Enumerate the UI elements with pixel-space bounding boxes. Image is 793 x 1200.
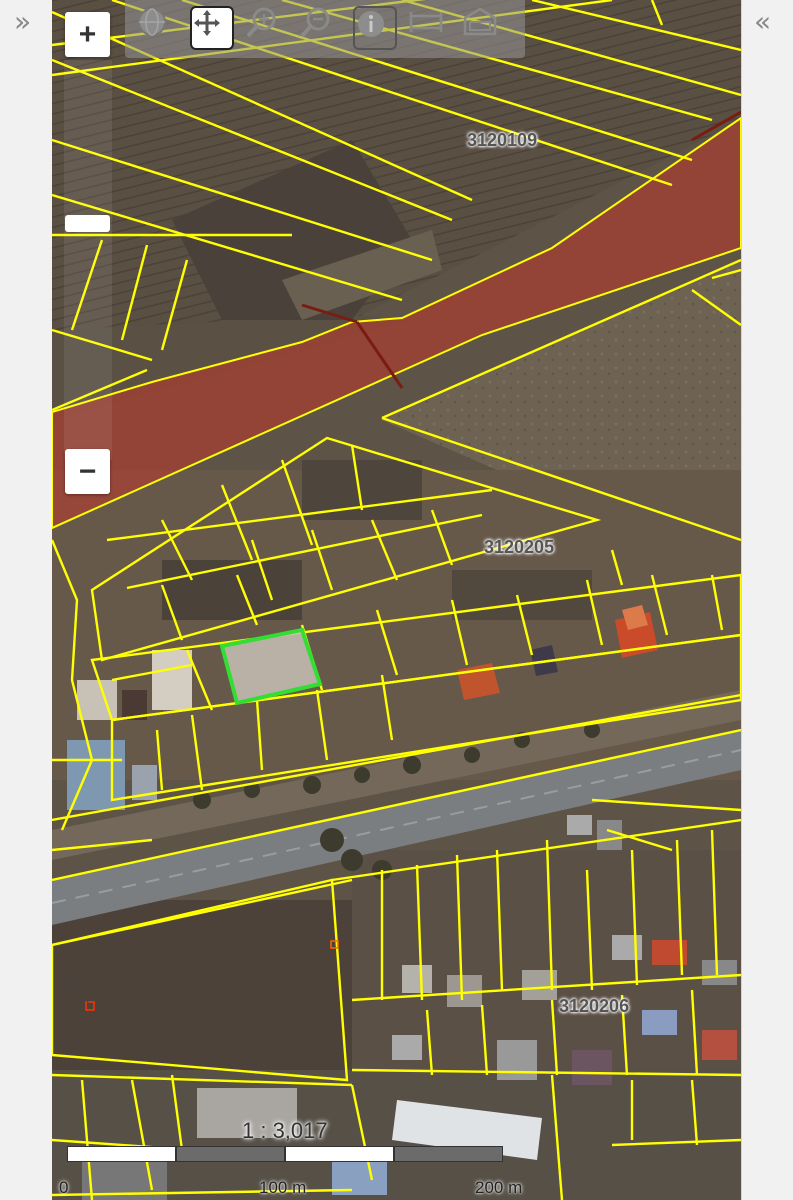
parcel-label-bottom: 3120206 [559, 996, 630, 1016]
zoom-in-button[interactable]: + [65, 12, 110, 57]
info-icon[interactable] [353, 6, 397, 50]
expand-right-panel-icon[interactable]: « [754, 8, 771, 36]
aerial-map[interactable] [52, 0, 741, 1200]
map-view[interactable]: 3120109 3120205 3120206 + − 1 : 3,017 0 … [52, 0, 741, 1200]
zoom-slider-handle[interactable] [65, 215, 110, 232]
map-toolbar [125, 0, 525, 58]
zoom-in-icon[interactable] [244, 6, 288, 50]
measure-distance-icon[interactable] [408, 6, 452, 50]
globe-icon[interactable] [136, 6, 180, 50]
scale-tick-100: 100 m [259, 1178, 307, 1197]
zoom-out-icon[interactable] [298, 6, 342, 50]
plowed-field [52, 900, 352, 1080]
scale-tick-0: 0 [59, 1178, 69, 1197]
scale-tick-200: 200 m [475, 1178, 523, 1197]
expand-left-panel-icon[interactable]: » [14, 8, 31, 36]
left-panel: » [0, 0, 53, 1200]
measure-area-icon[interactable] [462, 6, 506, 50]
scale-bar [67, 1146, 503, 1166]
pan-icon[interactable] [190, 6, 234, 50]
scale-ratio: 1 : 3,017 [242, 1118, 328, 1143]
right-panel: « [741, 0, 793, 1200]
parcel-label-top: 3120109 [467, 130, 538, 150]
parcel-label-middle: 3120205 [484, 537, 555, 557]
zoom-out-button[interactable]: − [65, 449, 110, 494]
zoom-slider-track[interactable] [64, 60, 112, 460]
